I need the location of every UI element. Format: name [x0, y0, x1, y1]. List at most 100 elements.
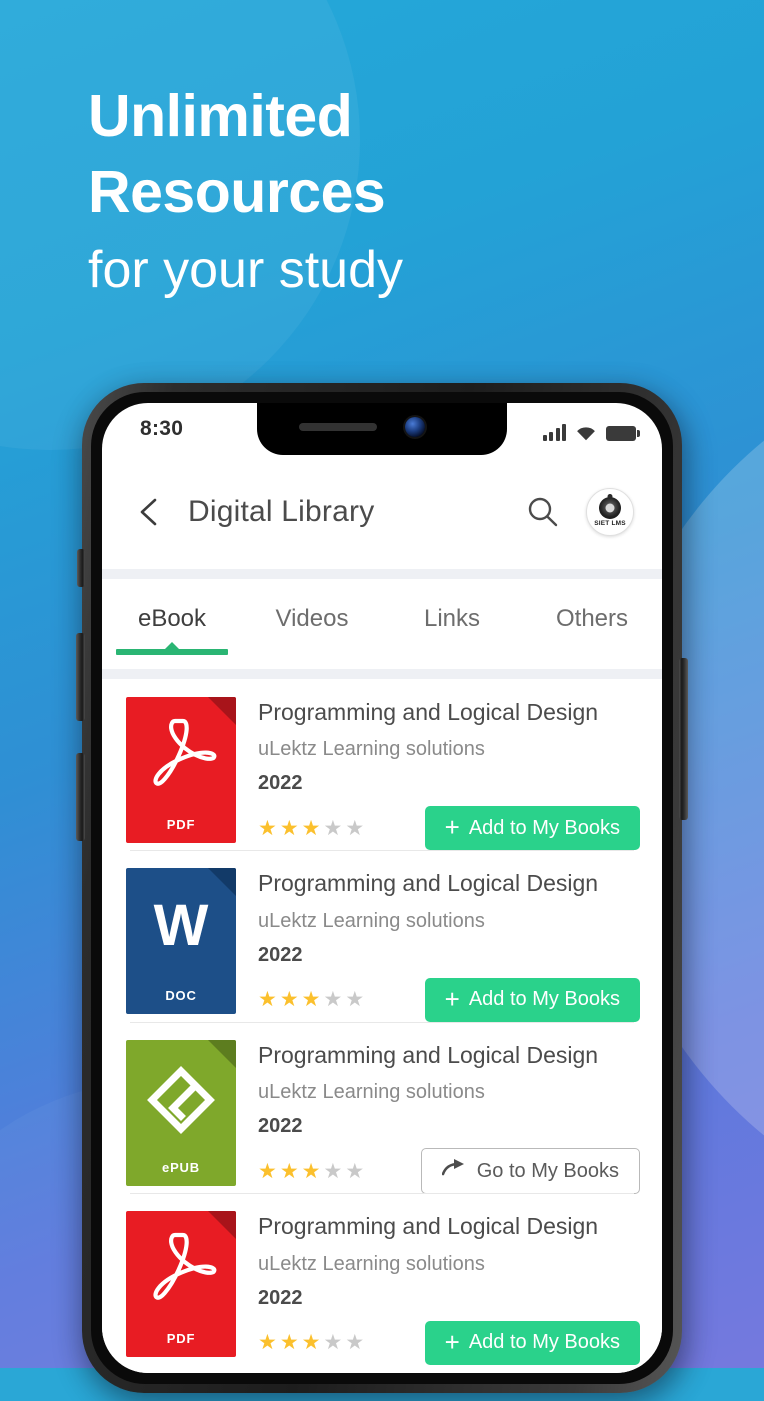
tab-separator-top: [102, 569, 662, 579]
tab-videos[interactable]: Videos: [242, 579, 382, 643]
phone-volume-up-button[interactable]: [76, 633, 85, 721]
rating-star[interactable]: ★: [323, 818, 342, 839]
avatar[interactable]: SIET LMS: [586, 488, 634, 536]
resource-list[interactable]: PDF Programming and Logical Design uLektz …: [102, 679, 662, 1373]
rating-star[interactable]: ★: [280, 989, 299, 1010]
phone-silent-switch[interactable]: [77, 549, 85, 587]
star-rating[interactable]: ★ ★ ★ ★ ★: [258, 818, 364, 839]
list-divider: [130, 850, 634, 852]
rating-star[interactable]: ★: [258, 1161, 277, 1182]
resource-year: 2022: [258, 1115, 303, 1138]
avatar-label: SIET LMS: [594, 520, 626, 527]
rating-star[interactable]: ★: [345, 818, 364, 839]
action-button-slot: + Add to My Books: [424, 977, 640, 1022]
tab-label: eBook: [137, 605, 207, 632]
rating-star[interactable]: ★: [323, 989, 342, 1010]
resource-title: Programming and Logical Design: [258, 699, 599, 725]
resource-publisher: uLektz Learning solutions: [258, 738, 485, 761]
pdf-file-icon: PDF: [126, 1211, 236, 1358]
button-label: Go to My Books: [476, 1159, 619, 1182]
list-item-body: Programming and Logical Design uLektz Lea…: [236, 868, 662, 1022]
resource-year: 2022: [258, 943, 303, 966]
resource-publisher: uLektz Learning solutions: [258, 1252, 485, 1275]
add-to-my-books-button[interactable]: + Add to My Books: [424, 806, 640, 851]
rating-and-action-row: ★ ★ ★ ★ ★ + Add to My Books: [258, 977, 640, 1022]
list-item[interactable]: ePUB Programming and Logical Design uLektz…: [102, 1021, 662, 1195]
resource-year: 2022: [258, 1286, 303, 1309]
phone-volume-down-button[interactable]: [76, 753, 85, 841]
status-bar-time: 8:30: [140, 417, 184, 440]
rating-star[interactable]: ★: [345, 1161, 364, 1182]
tab-ebook[interactable]: eBook: [102, 579, 242, 655]
button-label: Add to My Books: [468, 988, 620, 1011]
list-item[interactable]: W DOC Programming and Logical Design uLektz…: [102, 850, 662, 1022]
add-to-my-books-button[interactable]: + Add to My Books: [424, 977, 640, 1022]
headline-line-2: Resources: [88, 159, 386, 225]
app-header: Digital Library SIET LMS: [102, 455, 662, 569]
rating-star[interactable]: ★: [323, 1332, 342, 1353]
resource-publisher: uLektz Learning solutions: [258, 1081, 485, 1104]
rating-star[interactable]: ★: [302, 818, 321, 839]
resource-publisher: uLektz Learning solutions: [258, 909, 485, 932]
tab-links[interactable]: Links: [382, 579, 522, 643]
front-camera-icon: [405, 417, 425, 437]
list-item-body: Programming and Logical Design uLektz Lea…: [236, 1040, 662, 1195]
wifi-icon: [575, 424, 597, 441]
tab-bar: eBook Videos Links Others: [102, 579, 662, 669]
star-rating[interactable]: ★ ★ ★ ★ ★: [258, 989, 364, 1010]
search-icon[interactable]: [522, 492, 562, 532]
rating-star[interactable]: ★: [280, 818, 299, 839]
resource-year: 2022: [258, 772, 303, 795]
phone-notch: [257, 403, 507, 455]
star-rating[interactable]: ★ ★ ★ ★ ★: [258, 1332, 364, 1353]
list-item-body: Programming and Logical Design uLektz Lea…: [236, 697, 662, 851]
phone-mockup: 8:30 Digital Library SIET LMS eBook Vide…: [76, 383, 688, 1401]
rating-and-action-row: ★ ★ ★ ★ ★ + Add to My Books: [258, 806, 640, 851]
plus-icon: +: [444, 983, 460, 1014]
rating-star[interactable]: ★: [280, 1161, 299, 1182]
doc-file-icon: W DOC: [126, 868, 236, 1015]
resource-title: Programming and Logical Design: [258, 1213, 599, 1240]
button-label: Add to My Books: [468, 1331, 620, 1354]
action-button-slot: + Add to My Books: [424, 1320, 640, 1365]
rating-star[interactable]: ★: [280, 1332, 299, 1353]
star-rating[interactable]: ★ ★ ★ ★ ★: [258, 1161, 364, 1182]
back-chevron-icon[interactable]: [132, 495, 166, 529]
tab-separator-bottom: [102, 669, 662, 679]
add-to-my-books-button[interactable]: + Add to My Books: [424, 1320, 640, 1365]
rating-star[interactable]: ★: [302, 1332, 321, 1353]
format-glyph: [126, 697, 236, 817]
signal-bars-icon: [542, 424, 566, 441]
institution-seal-icon: [599, 497, 621, 519]
list-item[interactable]: PDF Programming and Logical Design uLektz …: [102, 679, 662, 851]
tab-label: Links: [423, 605, 481, 632]
rating-star[interactable]: ★: [302, 1161, 321, 1182]
rating-star[interactable]: ★: [345, 989, 364, 1010]
epub-file-icon: ePUB: [126, 1039, 236, 1186]
rating-star[interactable]: ★: [258, 818, 277, 839]
headline-line-3: for your study: [88, 241, 404, 299]
rating-star[interactable]: ★: [258, 1332, 277, 1353]
plus-icon: +: [444, 812, 460, 843]
list-item-body: Programming and Logical Design uLektz Lea…: [236, 1211, 662, 1365]
hero-headline: Unlimited Resources for your study: [88, 78, 708, 306]
format-label: ePUB: [162, 1159, 200, 1175]
go-to-my-books-button[interactable]: Go to My Books: [420, 1148, 640, 1195]
format-label: PDF: [166, 1331, 196, 1347]
rating-star[interactable]: ★: [345, 1332, 364, 1353]
rating-star[interactable]: ★: [323, 1161, 342, 1182]
status-bar-indicators: [542, 421, 640, 441]
list-divider: [130, 1193, 634, 1195]
rating-and-action-row: ★ ★ ★ ★ ★ Go to My Books: [258, 1148, 640, 1195]
rating-star[interactable]: ★: [302, 989, 321, 1010]
format-label: DOC: [165, 988, 197, 1004]
resource-title: Programming and Logical Design: [258, 870, 599, 897]
phone-power-button[interactable]: [679, 658, 688, 820]
rating-and-action-row: ★ ★ ★ ★ ★ + Add to My Books: [258, 1320, 640, 1365]
tab-others[interactable]: Others: [522, 579, 662, 643]
tab-label: Videos: [275, 605, 349, 632]
rating-star[interactable]: ★: [258, 989, 277, 1010]
list-divider: [130, 1021, 634, 1023]
action-button-slot: Go to My Books: [420, 1148, 640, 1195]
list-item[interactable]: PDF Programming and Logical Design uLektz …: [102, 1193, 662, 1365]
